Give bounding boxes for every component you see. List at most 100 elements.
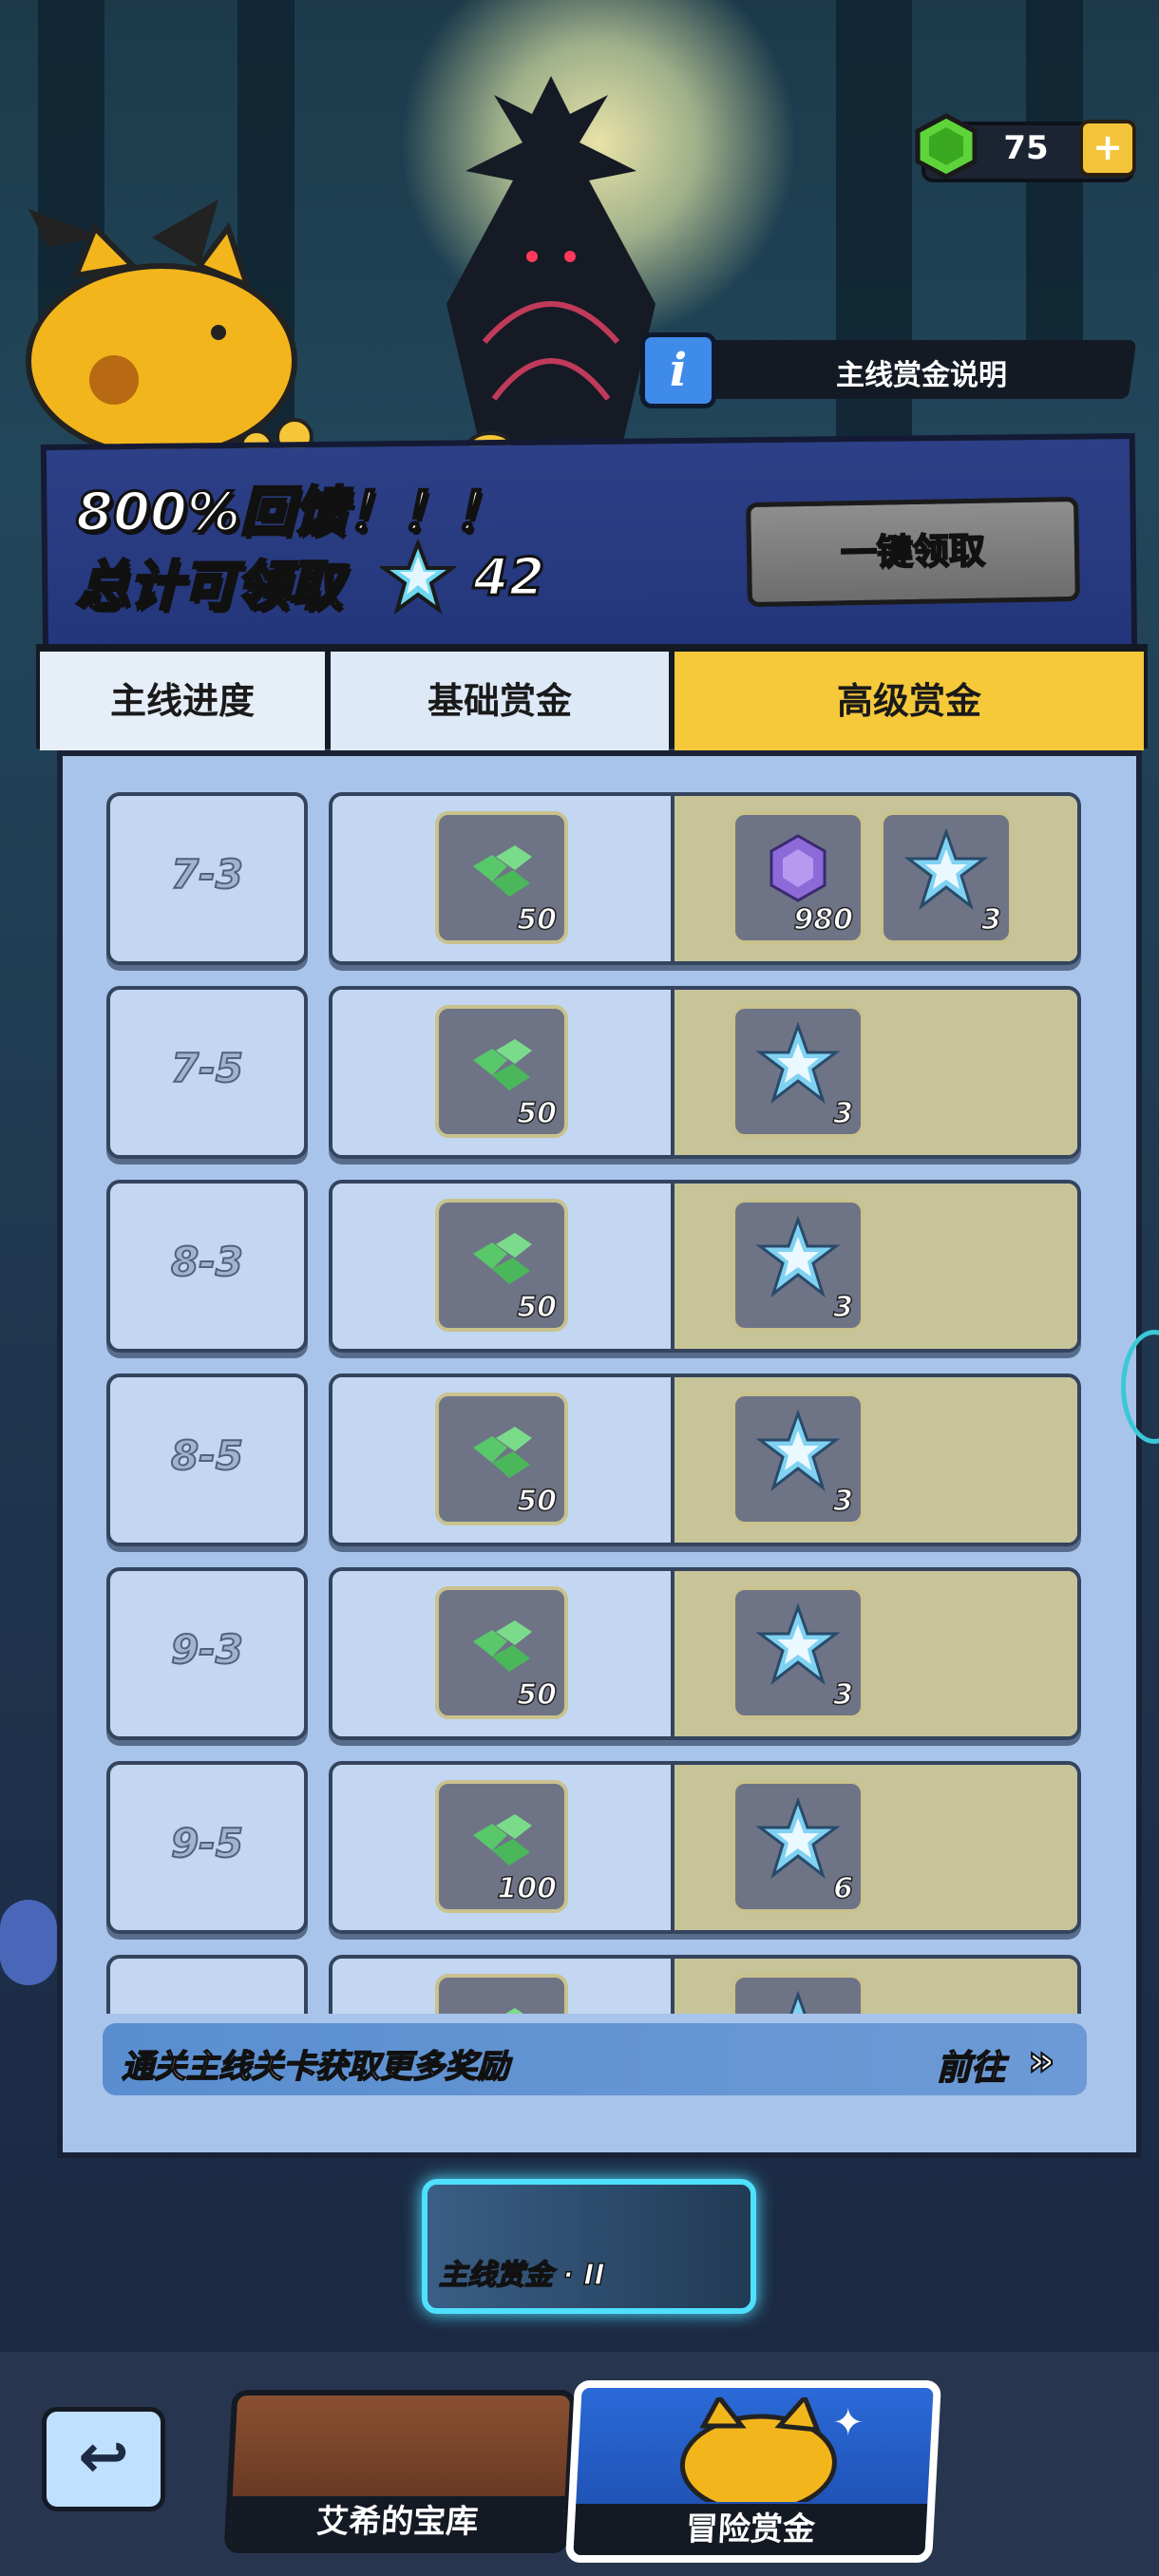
reward-cell: 50 3 [329,986,1081,1159]
green-gem-icon [473,845,532,897]
green-gem-icon [473,1233,532,1284]
add-gems-button[interactable]: + [1079,120,1136,177]
stage-cell [106,1955,308,2014]
reward-item[interactable]: 3 [732,1392,864,1525]
reward-row: 7-5 50 3 [99,973,1087,1159]
reward-count: 3 [832,1484,853,1519]
reward-count: 3 [832,1096,853,1131]
green-gem-icon [473,1814,532,1866]
basic-reward-slot: 50 [332,990,674,1155]
reward-count: 980 [793,902,854,938]
basic-reward-slot [332,1959,674,2014]
reward-item[interactable]: 6 [732,1780,864,1913]
double-chevron-right-icon[interactable]: » [1027,2036,1055,2086]
sparkle-icon: ✦ [832,2401,864,2445]
reward-cell: 100 6 [329,1761,1081,1934]
reward-item[interactable]: 980 [732,811,864,944]
basic-reward-slot: 100 [332,1765,674,1930]
info-icon[interactable]: i [640,332,716,408]
more-rewards-hint: 通关主线关卡获取更多奖励 [121,2047,510,2087]
tab-main-progress[interactable]: 主线进度 [40,652,325,750]
golden-cat-mascot [26,199,314,464]
reward-count: 3 [980,902,1001,938]
back-arrow-icon: ↩ [78,2422,129,2492]
nav-adventure-bounty-label: 冒险赏金 [573,2504,928,2555]
reward-item[interactable]: 50 [435,1199,568,1332]
reward-cell: 50 3 [329,1373,1081,1546]
reward-item[interactable]: 3 [732,1586,864,1719]
reward-row: 7-3 50 980 3 [99,779,1087,965]
green-gem-icon [473,1427,532,1478]
info-label[interactable]: 主线赏金说明 [722,351,1121,393]
reward-item[interactable]: 50 [435,1586,568,1719]
nav-adventure-bounty[interactable]: 冒险赏金 [564,2380,942,2563]
reward-count: 100 [497,1871,558,1906]
reward-item[interactable]: 3 [732,1005,864,1138]
green-gem-icon [473,1039,532,1090]
crystal-star-icon [755,1603,841,1686]
reward-item[interactable] [732,1974,864,2014]
goto-button[interactable]: 前往 [936,2040,1006,2090]
reward-row: 9-5 100 6 [99,1748,1087,1934]
crystal-star-icon [755,1797,841,1880]
stage-cell: 8-5 [106,1373,308,1546]
reward-item[interactable]: 3 [880,811,1013,944]
claim-all-button[interactable]: 一键领取 [746,496,1080,608]
purple-rune-icon [770,834,826,902]
nav-treasury[interactable]: 艾希的宝库 [223,2390,577,2553]
advanced-reward-slot: 3 [674,1377,1077,1543]
crystal-star-icon [380,540,456,616]
green-gem-icon [473,1620,532,1672]
reward-item[interactable]: 100 [435,1780,568,1913]
basic-reward-slot: 50 [332,1571,674,1736]
reward-row [99,1941,1087,2014]
reward-item[interactable]: 50 [435,811,568,944]
reward-list[interactable]: 7-3 50 980 3 7-5 50 3 8-3 50 3 8-5 50 3 … [99,779,1087,2014]
total-claimable-label: 总计可领取 [75,555,344,619]
reward-item[interactable]: 50 [435,1005,568,1138]
crystal-star-icon [755,1410,841,1492]
golden-cat-icon [679,2397,837,2502]
mode-thumbnail[interactable] [422,2179,756,2314]
nav-treasury-label: 艾希的宝库 [229,2496,565,2548]
crystal-star-icon [755,1022,841,1105]
tab-basic-bounty[interactable]: 基础赏金 [331,652,669,750]
advanced-reward-slot [674,1959,1077,2014]
reward-cell: 50 980 3 [329,792,1081,965]
reward-count: 50 [517,1677,558,1713]
reward-count: 6 [832,1871,853,1906]
reward-item[interactable]: 3 [732,1199,864,1332]
reward-count: 50 [517,902,558,938]
gem-count: 75 [1003,129,1049,167]
tab-advanced-bounty[interactable]: 高级赏金 [674,652,1144,750]
basic-reward-slot: 50 [332,1184,674,1349]
stage-cell: 8-3 [106,1180,308,1353]
back-button[interactable]: ↩ [42,2407,165,2511]
stage-cell: 9-5 [106,1761,308,1934]
stage-label: 9-5 [170,1819,244,1867]
green-gem-icon [505,2008,523,2014]
green-gem-icon [915,113,978,180]
reward-count: 50 [517,1484,558,1519]
side-bubble [0,1900,57,1985]
reward-item[interactable]: 50 [435,1392,568,1525]
reward-count: 50 [517,1096,558,1131]
basic-reward-slot: 50 [332,796,674,961]
stage-cell: 7-5 [106,986,308,1159]
reward-row: 8-3 50 3 [99,1166,1087,1353]
reward-count: 50 [517,1290,558,1325]
crystal-star-icon [755,1216,841,1298]
crystal-star-icon [789,1991,807,2014]
reward-cell: 50 3 [329,1180,1081,1353]
reward-item[interactable] [435,1974,568,2014]
advanced-reward-slot: 3 [674,1184,1077,1349]
stage-label: 7-3 [170,850,244,899]
basic-reward-slot: 50 [332,1377,674,1543]
reward-cell [329,1955,1081,2014]
reward-row: 8-5 50 3 [99,1360,1087,1546]
shadow-monster [446,76,656,465]
stage-label: 7-5 [170,1044,244,1092]
stage-label: 8-3 [170,1238,244,1286]
stage-label: 9-3 [170,1625,244,1674]
crystal-star-icon [903,828,989,911]
